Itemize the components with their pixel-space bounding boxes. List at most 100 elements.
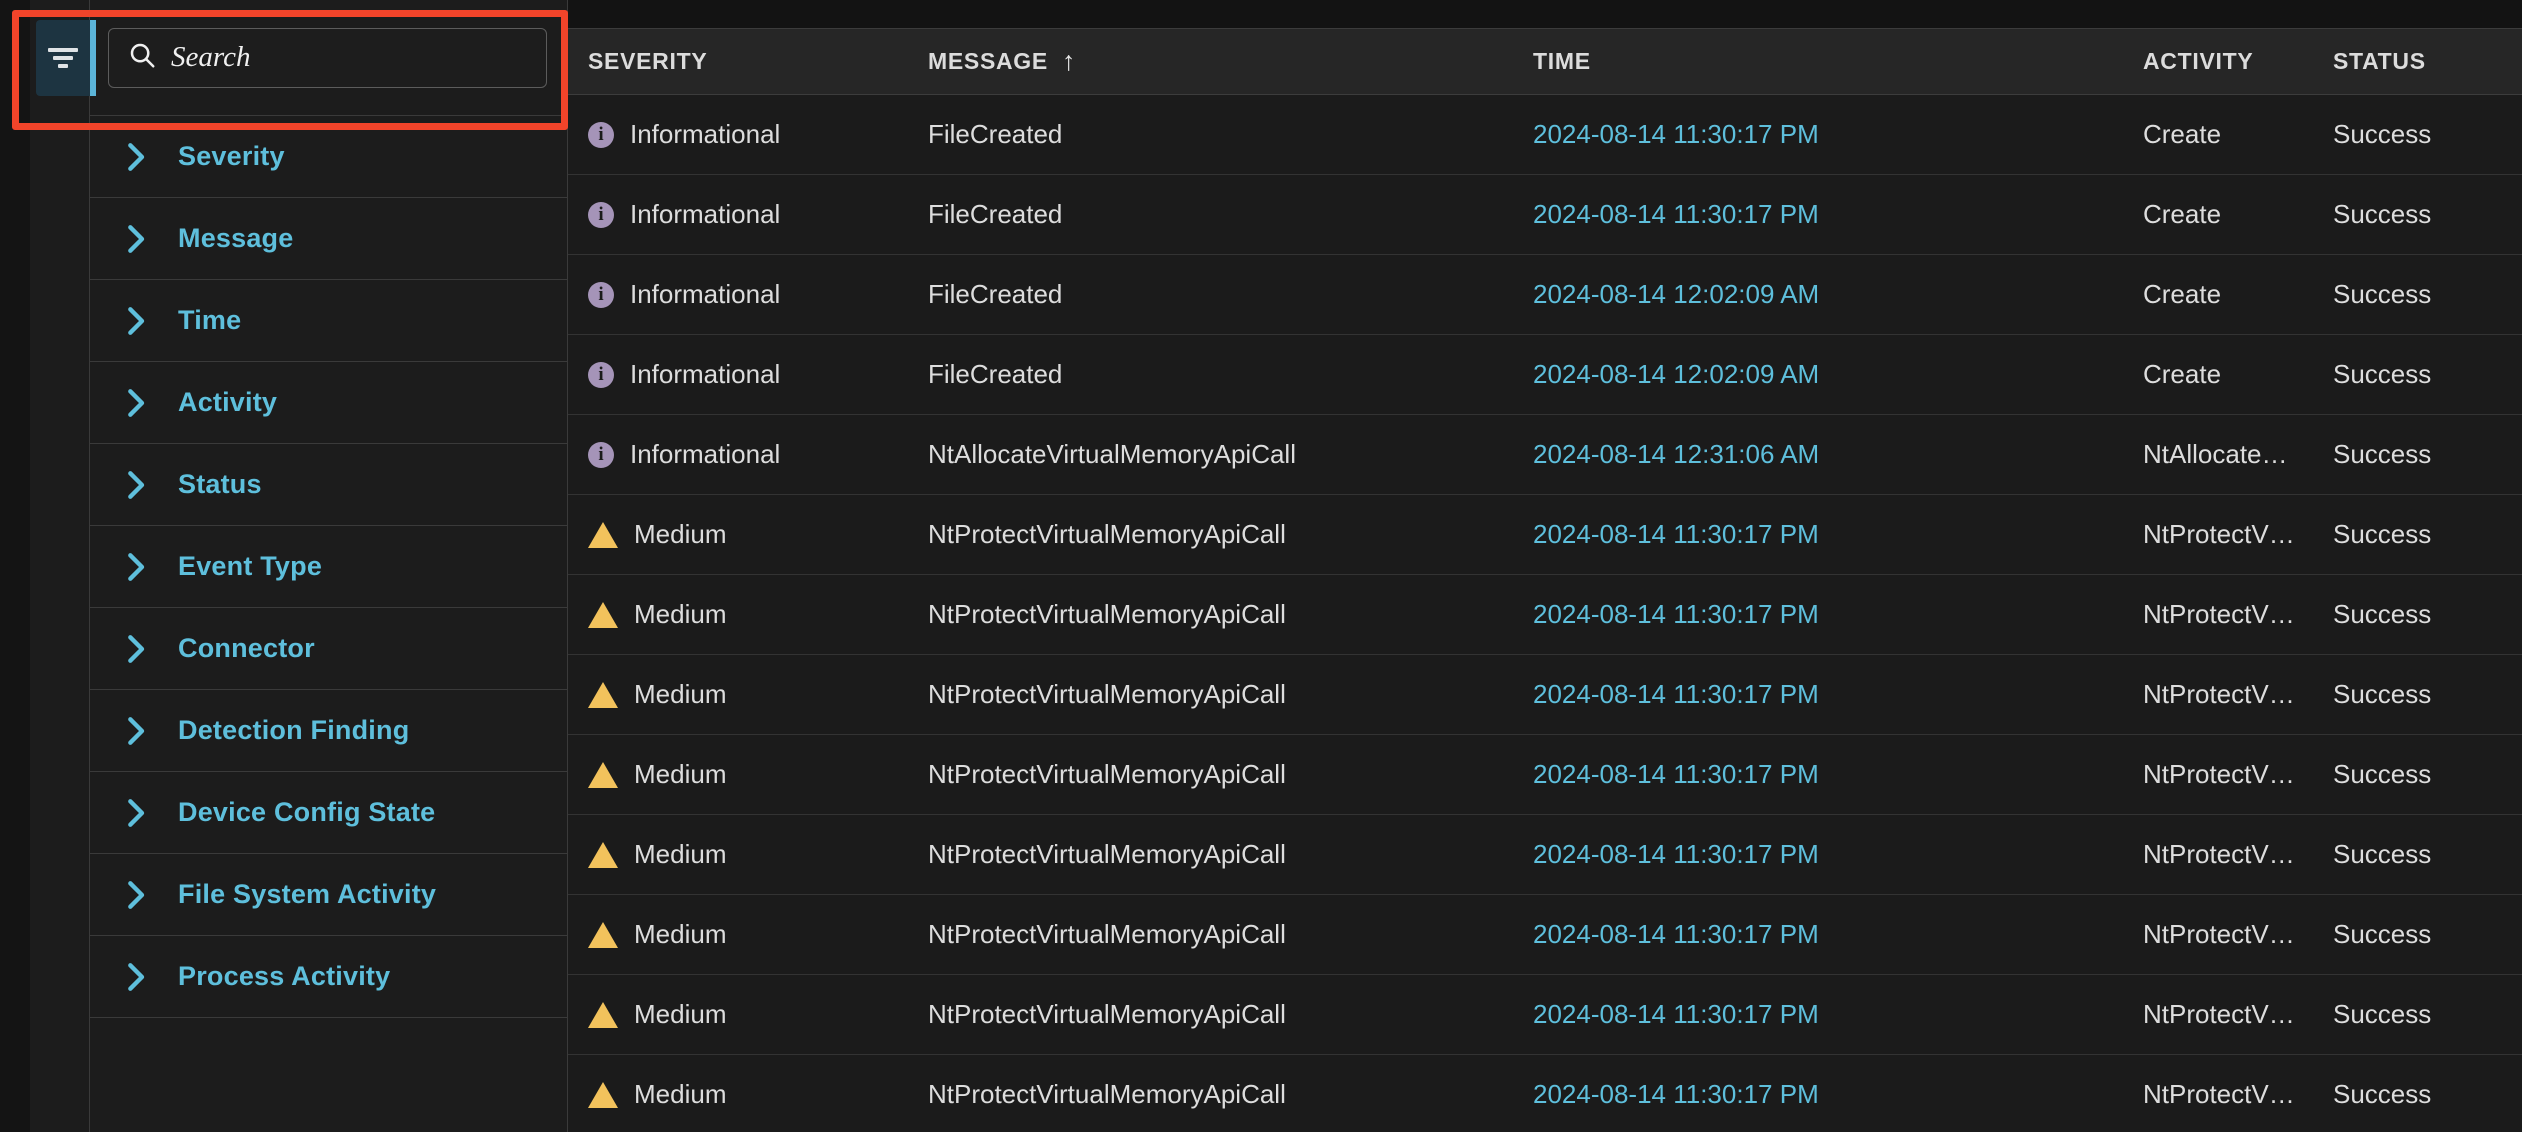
cell-message: NtProtectVirtualMemoryApiCall xyxy=(928,759,1286,789)
cell-status: Success xyxy=(2333,999,2432,1029)
filter-item-message[interactable]: Message xyxy=(90,198,567,280)
cell-severity: Medium xyxy=(568,999,928,1030)
events-table: SEVERITY MESSAGE ↑ TIME ACTIVITY STATUS i Info… xyxy=(568,0,2522,1132)
table-row[interactable]: i Informational NtAllocateVirtualMemoryApi… xyxy=(568,415,2522,495)
table-row[interactable]: i Informational FileCreated 2024-08-14 12:0… xyxy=(568,255,2522,335)
table-row[interactable]: Medium NtProtectVirtualMemoryApiCall 2024-… xyxy=(568,575,2522,655)
time-link[interactable]: 2024-08-14 12:31:06 AM xyxy=(1533,439,1819,470)
cell-time: 2024-08-14 11:30:17 PM xyxy=(1533,599,2143,630)
table-row[interactable]: Medium NtProtectVirtualMemoryApiCall 2024-… xyxy=(568,815,2522,895)
filter-item-status[interactable]: Status xyxy=(90,444,567,526)
table-body: i Informational FileCreated 2024-08-14 11:3… xyxy=(568,95,2522,1132)
filter-item-file-system-activity[interactable]: File System Activity xyxy=(90,854,567,936)
cell-status: Success xyxy=(2333,839,2432,869)
table-row[interactable]: i Informational FileCreated 2024-08-14 11:3… xyxy=(568,175,2522,255)
filter-item-label: File System Activity xyxy=(178,879,437,909)
table-row[interactable]: Medium NtProtectVirtualMemoryApiCall 2024-… xyxy=(568,1055,2522,1132)
table-row[interactable]: i Informational FileCreated 2024-08-14 12:0… xyxy=(568,335,2522,415)
filter-item-severity[interactable]: Severity xyxy=(90,116,567,198)
warning-triangle-icon xyxy=(588,1081,618,1108)
time-link[interactable]: 2024-08-14 11:30:17 PM xyxy=(1533,919,1819,950)
time-link[interactable]: 2024-08-14 11:30:17 PM xyxy=(1533,999,1819,1030)
cell-time: 2024-08-14 11:30:17 PM xyxy=(1533,119,2143,150)
filter-item-detection-finding[interactable]: Detection Finding xyxy=(90,690,567,772)
warning-triangle-icon xyxy=(588,761,618,788)
filter-item-connector[interactable]: Connector xyxy=(90,608,567,690)
time-link[interactable]: 2024-08-14 11:30:17 PM xyxy=(1533,759,1819,790)
cell-status: Success xyxy=(2333,359,2432,389)
warning-triangle-icon xyxy=(588,601,618,628)
cell-message: FileCreated xyxy=(928,199,1063,229)
time-link[interactable]: 2024-08-14 11:30:17 PM xyxy=(1533,1079,1819,1110)
filter-item-label: Time xyxy=(178,305,242,335)
table-row[interactable]: Medium NtProtectVirtualMemoryApiCall 2024-… xyxy=(568,655,2522,735)
filter-item-label: Status xyxy=(178,469,262,499)
chevron-right-icon xyxy=(126,224,148,254)
sort-ascending-icon[interactable]: ↑ xyxy=(1062,48,1076,75)
cell-severity: Medium xyxy=(568,599,928,630)
filter-item-process-activity[interactable]: Process Activity xyxy=(90,936,567,1018)
cell-severity: i Informational xyxy=(568,439,928,470)
filter-item-event-type[interactable]: Event Type xyxy=(90,526,567,608)
cell-time: 2024-08-14 11:30:17 PM xyxy=(1533,519,2143,550)
time-link[interactable]: 2024-08-14 12:02:09 AM xyxy=(1533,279,1819,310)
warning-triangle-icon xyxy=(588,681,618,708)
chevron-right-icon xyxy=(126,142,148,172)
cell-time: 2024-08-14 11:30:17 PM xyxy=(1533,199,2143,230)
column-header-message[interactable]: MESSAGE ↑ xyxy=(928,48,1533,75)
time-link[interactable]: 2024-08-14 11:30:17 PM xyxy=(1533,119,1819,150)
cell-severity: i Informational xyxy=(568,119,928,150)
chevron-right-icon xyxy=(126,470,148,500)
time-link[interactable]: 2024-08-14 11:30:17 PM xyxy=(1533,679,1819,710)
cell-severity: Medium xyxy=(568,679,928,710)
cell-severity: i Informational xyxy=(568,199,928,230)
time-link[interactable]: 2024-08-14 11:30:17 PM xyxy=(1533,839,1819,870)
chevron-right-icon xyxy=(126,798,148,828)
cell-activity: NtProtectV… xyxy=(2143,679,2295,709)
info-circle-icon: i xyxy=(588,361,614,388)
warning-triangle-icon xyxy=(588,1001,618,1028)
severity-label: Informational xyxy=(630,439,781,469)
cell-time: 2024-08-14 11:30:17 PM xyxy=(1533,759,2143,790)
cell-time: 2024-08-14 11:30:17 PM xyxy=(1533,919,2143,950)
column-header-activity[interactable]: ACTIVITY xyxy=(2143,48,2333,75)
cell-time: 2024-08-14 12:02:09 AM xyxy=(1533,359,2143,390)
severity-label: Medium xyxy=(634,1079,727,1109)
cell-severity: Medium xyxy=(568,839,928,870)
filter-toggle-button[interactable] xyxy=(36,20,96,96)
filter-item-device-config-state[interactable]: Device Config State xyxy=(90,772,567,854)
table-row[interactable]: Medium NtProtectVirtualMemoryApiCall 2024-… xyxy=(568,895,2522,975)
severity-label: Informational xyxy=(630,359,781,389)
table-row[interactable]: Medium NtProtectVirtualMemoryApiCall 2024-… xyxy=(568,495,2522,575)
event-log-screen: Severity Message Time Activity Status Event T… xyxy=(0,0,2522,1132)
cell-time: 2024-08-14 11:30:17 PM xyxy=(1533,999,2143,1030)
filter-item-activity[interactable]: Activity xyxy=(90,362,567,444)
info-circle-icon: i xyxy=(588,281,614,308)
column-header-status[interactable]: STATUS xyxy=(2333,48,2522,75)
severity-label: Informational xyxy=(630,199,781,229)
time-link[interactable]: 2024-08-14 11:30:17 PM xyxy=(1533,519,1819,550)
search-box[interactable] xyxy=(108,27,547,88)
cell-status: Success xyxy=(2333,919,2432,949)
cell-severity: Medium xyxy=(568,759,928,790)
table-row[interactable]: i Informational FileCreated 2024-08-14 11:3… xyxy=(568,95,2522,175)
filter-item-time[interactable]: Time xyxy=(90,280,567,362)
filter-list: Severity Message Time Activity Status Event T… xyxy=(90,116,567,1132)
column-header-severity[interactable]: SEVERITY xyxy=(568,48,928,75)
table-row[interactable]: Medium NtProtectVirtualMemoryApiCall 2024-… xyxy=(568,735,2522,815)
cell-activity: Create xyxy=(2143,279,2222,309)
search-input[interactable] xyxy=(171,41,528,74)
warning-triangle-icon xyxy=(588,921,618,948)
cell-activity: NtProtectV… xyxy=(2143,999,2295,1029)
filter-item-label: Message xyxy=(178,223,294,253)
time-link[interactable]: 2024-08-14 12:02:09 AM xyxy=(1533,359,1819,390)
table-row[interactable]: Medium NtProtectVirtualMemoryApiCall 2024-… xyxy=(568,975,2522,1055)
time-link[interactable]: 2024-08-14 11:30:17 PM xyxy=(1533,199,1819,230)
filter-item-label: Device Config State xyxy=(178,797,436,827)
cell-status: Success xyxy=(2333,759,2432,789)
cell-time: 2024-08-14 12:02:09 AM xyxy=(1533,279,2143,310)
cell-message: NtProtectVirtualMemoryApiCall xyxy=(928,919,1286,949)
cell-activity: NtProtectV… xyxy=(2143,839,2295,869)
column-header-time[interactable]: TIME xyxy=(1533,48,2143,75)
time-link[interactable]: 2024-08-14 11:30:17 PM xyxy=(1533,599,1819,630)
